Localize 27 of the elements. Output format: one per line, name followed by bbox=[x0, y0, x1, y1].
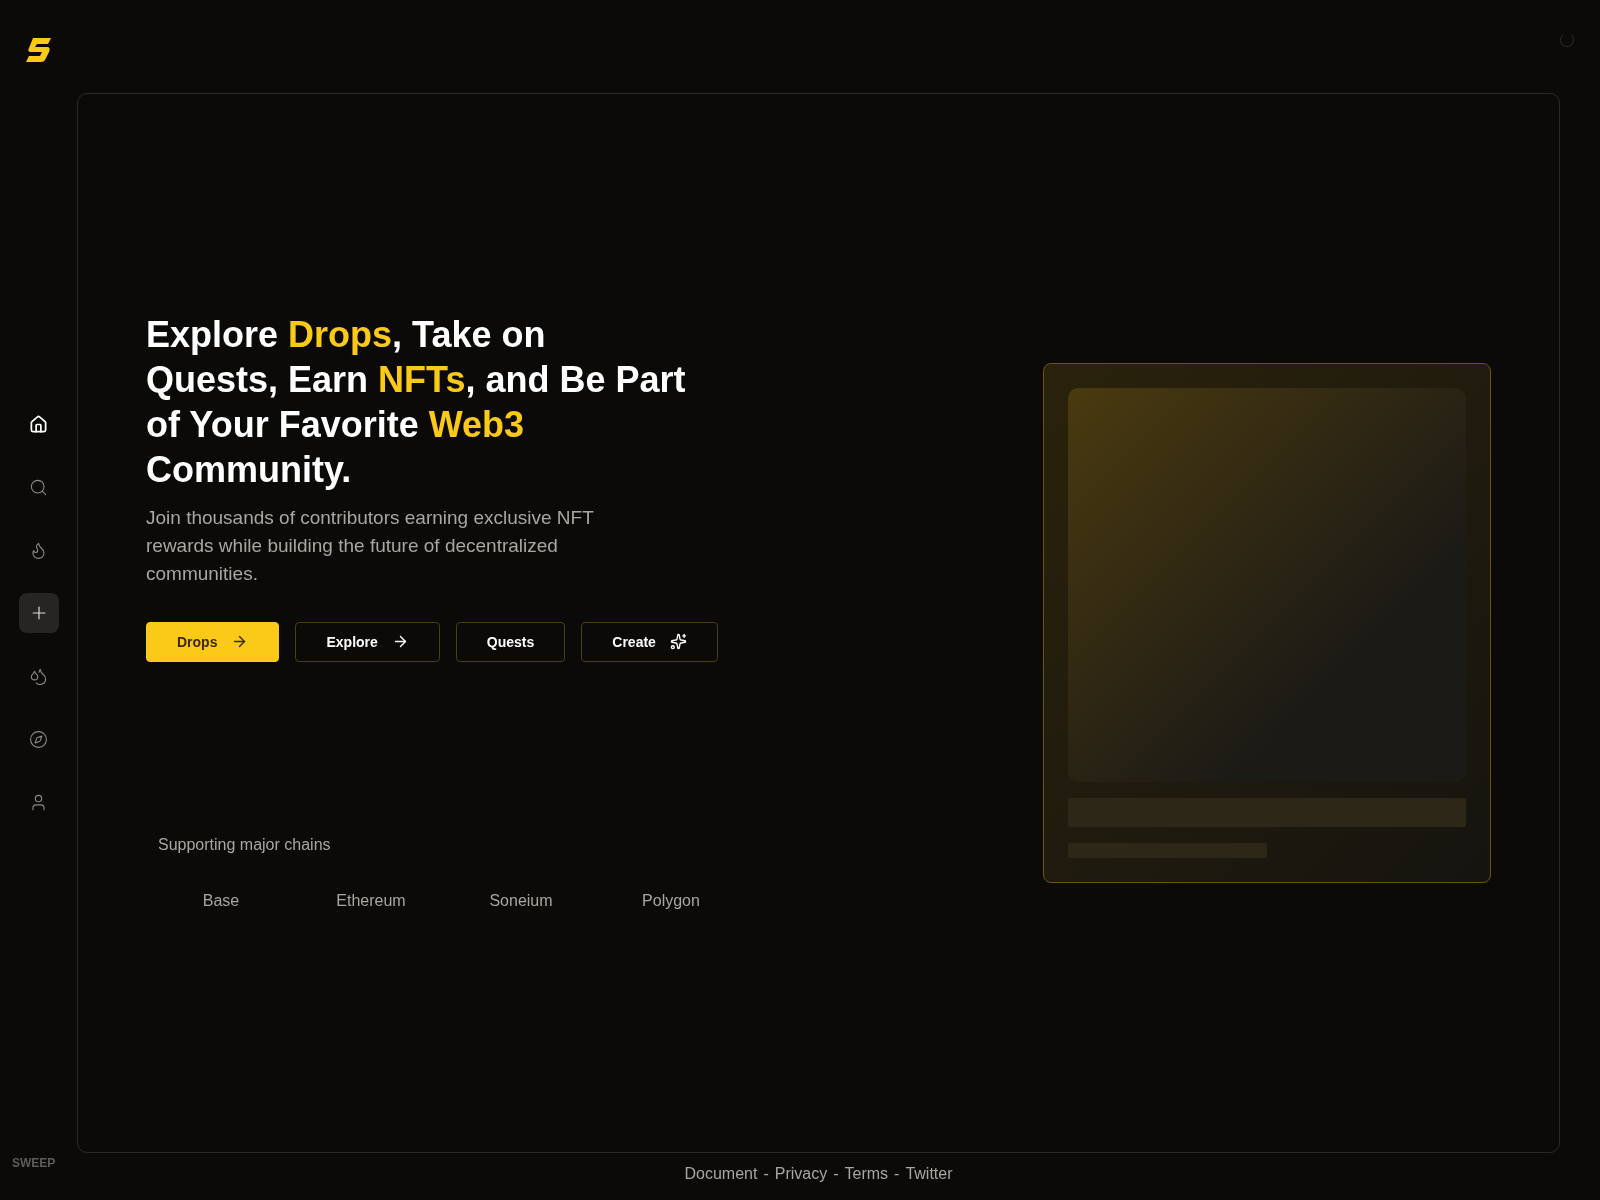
sparkle-icon bbox=[669, 633, 687, 650]
chain-name: Base bbox=[201, 891, 241, 910]
create-button[interactable] bbox=[18, 593, 59, 633]
droplets-icon bbox=[29, 666, 48, 686]
separator-text: - bbox=[833, 1165, 839, 1183]
footer-link[interactable]: Document bbox=[684, 1165, 758, 1183]
footer-link[interactable]: Twitter bbox=[905, 1165, 953, 1183]
flame-icon bbox=[29, 540, 48, 560]
hero-headline: Explore Drops, Take on Quests, Earn NFTs, and Be Part of Your Favorite Web3 Community. bbox=[146, 312, 686, 492]
hero-button[interactable]: Quests bbox=[455, 621, 566, 662]
chain-name: Ethereum bbox=[335, 891, 407, 910]
separator-text: - bbox=[894, 1165, 900, 1183]
chain-name: Soneium bbox=[488, 891, 554, 910]
home-icon bbox=[29, 414, 48, 434]
user-icon bbox=[29, 792, 48, 812]
separator-text: - bbox=[763, 1165, 769, 1183]
brand-label: SWEEP bbox=[12, 1156, 56, 1170]
footer-link[interactable]: Terms bbox=[844, 1165, 889, 1183]
compass-icon bbox=[29, 729, 48, 749]
hero-button[interactable]: Drops bbox=[146, 621, 280, 662]
hero-button[interactable]: Create bbox=[581, 621, 718, 662]
chains-title: Supporting major chains bbox=[158, 835, 332, 854]
hero-subtitle: Join thousands of contributors earning exclusive NFT rewards while building the future of decentralized communities. bbox=[146, 505, 595, 586]
chain-name: Polygon bbox=[641, 891, 701, 910]
footer-link[interactable]: Privacy bbox=[774, 1165, 828, 1183]
hero-button[interactable]: Explore bbox=[295, 621, 440, 662]
search-icon bbox=[29, 477, 48, 497]
